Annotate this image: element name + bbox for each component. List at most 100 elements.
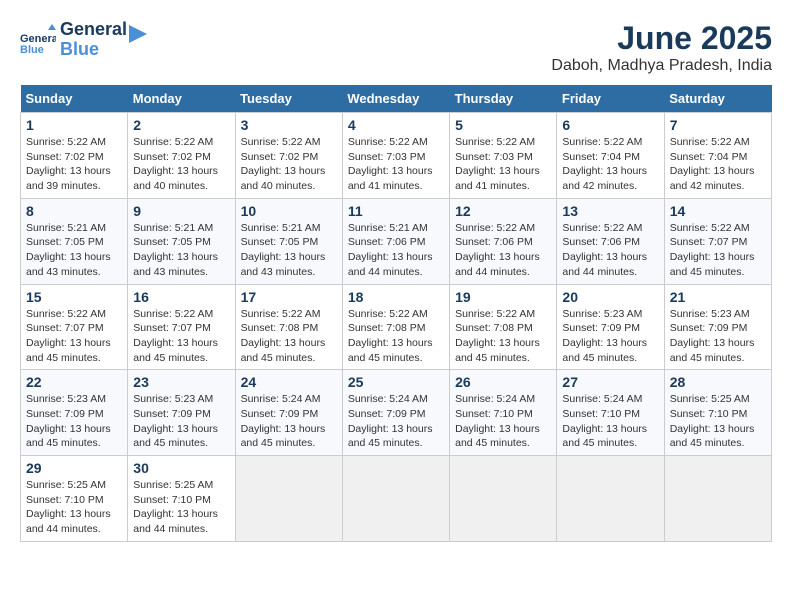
day-info: Sunrise: 5:22 AMSunset: 7:07 PMDaylight:… xyxy=(670,222,755,278)
calendar-cell: 1 Sunrise: 5:22 AMSunset: 7:02 PMDayligh… xyxy=(21,113,128,199)
calendar-cell: 20 Sunrise: 5:23 AMSunset: 7:09 PMDaylig… xyxy=(557,284,664,370)
day-number: 12 xyxy=(455,203,551,219)
calendar-cell xyxy=(235,456,342,542)
day-number: 13 xyxy=(562,203,658,219)
calendar-cell: 4 Sunrise: 5:22 AMSunset: 7:03 PMDayligh… xyxy=(342,113,449,199)
calendar-cell: 10 Sunrise: 5:21 AMSunset: 7:05 PMDaylig… xyxy=(235,198,342,284)
day-info: Sunrise: 5:24 AMSunset: 7:10 PMDaylight:… xyxy=(455,393,540,449)
calendar-cell: 22 Sunrise: 5:23 AMSunset: 7:09 PMDaylig… xyxy=(21,370,128,456)
day-info: Sunrise: 5:22 AMSunset: 7:06 PMDaylight:… xyxy=(455,222,540,278)
day-info: Sunrise: 5:22 AMSunset: 7:07 PMDaylight:… xyxy=(26,308,111,364)
day-info: Sunrise: 5:21 AMSunset: 7:05 PMDaylight:… xyxy=(133,222,218,278)
day-number: 17 xyxy=(241,289,337,305)
calendar-cell: 8 Sunrise: 5:21 AMSunset: 7:05 PMDayligh… xyxy=(21,198,128,284)
day-info: Sunrise: 5:24 AMSunset: 7:10 PMDaylight:… xyxy=(562,393,647,449)
calendar-cell: 23 Sunrise: 5:23 AMSunset: 7:09 PMDaylig… xyxy=(128,370,235,456)
day-number: 7 xyxy=(670,117,766,133)
calendar-cell: 19 Sunrise: 5:22 AMSunset: 7:08 PMDaylig… xyxy=(450,284,557,370)
day-info: Sunrise: 5:21 AMSunset: 7:05 PMDaylight:… xyxy=(26,222,111,278)
calendar-cell: 17 Sunrise: 5:22 AMSunset: 7:08 PMDaylig… xyxy=(235,284,342,370)
day-number: 15 xyxy=(26,289,122,305)
calendar-cell: 5 Sunrise: 5:22 AMSunset: 7:03 PMDayligh… xyxy=(450,113,557,199)
day-number: 11 xyxy=(348,203,444,219)
day-number: 6 xyxy=(562,117,658,133)
day-number: 19 xyxy=(455,289,551,305)
day-info: Sunrise: 5:25 AMSunset: 7:10 PMDaylight:… xyxy=(670,393,755,449)
day-number: 1 xyxy=(26,117,122,133)
logo-icon: General Blue xyxy=(20,22,56,58)
calendar-week-row: 15 Sunrise: 5:22 AMSunset: 7:07 PMDaylig… xyxy=(21,284,772,370)
calendar-cell: 18 Sunrise: 5:22 AMSunset: 7:08 PMDaylig… xyxy=(342,284,449,370)
calendar-cell: 7 Sunrise: 5:22 AMSunset: 7:04 PMDayligh… xyxy=(664,113,771,199)
calendar-table: SundayMondayTuesdayWednesdayThursdayFrid… xyxy=(20,85,772,542)
calendar-cell: 25 Sunrise: 5:24 AMSunset: 7:09 PMDaylig… xyxy=(342,370,449,456)
calendar-cell: 21 Sunrise: 5:23 AMSunset: 7:09 PMDaylig… xyxy=(664,284,771,370)
day-number: 5 xyxy=(455,117,551,133)
day-info: Sunrise: 5:23 AMSunset: 7:09 PMDaylight:… xyxy=(562,308,647,364)
calendar-cell: 30 Sunrise: 5:25 AMSunset: 7:10 PMDaylig… xyxy=(128,456,235,542)
day-header-friday: Friday xyxy=(557,85,664,113)
day-number: 22 xyxy=(26,374,122,390)
day-info: Sunrise: 5:24 AMSunset: 7:09 PMDaylight:… xyxy=(241,393,326,449)
day-info: Sunrise: 5:22 AMSunset: 7:04 PMDaylight:… xyxy=(670,136,755,192)
day-header-monday: Monday xyxy=(128,85,235,113)
day-number: 24 xyxy=(241,374,337,390)
calendar-week-row: 8 Sunrise: 5:21 AMSunset: 7:05 PMDayligh… xyxy=(21,198,772,284)
location-subtitle: Daboh, Madhya Pradesh, India xyxy=(551,57,772,75)
day-info: Sunrise: 5:23 AMSunset: 7:09 PMDaylight:… xyxy=(133,393,218,449)
day-header-saturday: Saturday xyxy=(664,85,771,113)
day-number: 16 xyxy=(133,289,229,305)
day-info: Sunrise: 5:22 AMSunset: 7:06 PMDaylight:… xyxy=(562,222,647,278)
day-number: 8 xyxy=(26,203,122,219)
day-number: 21 xyxy=(670,289,766,305)
calendar-cell xyxy=(557,456,664,542)
day-number: 4 xyxy=(348,117,444,133)
day-info: Sunrise: 5:22 AMSunset: 7:03 PMDaylight:… xyxy=(348,136,433,192)
day-header-thursday: Thursday xyxy=(450,85,557,113)
title-area: June 2025 Daboh, Madhya Pradesh, India xyxy=(551,20,772,75)
calendar-cell: 26 Sunrise: 5:24 AMSunset: 7:10 PMDaylig… xyxy=(450,370,557,456)
day-info: Sunrise: 5:22 AMSunset: 7:03 PMDaylight:… xyxy=(455,136,540,192)
day-info: Sunrise: 5:22 AMSunset: 7:08 PMDaylight:… xyxy=(241,308,326,364)
calendar-week-row: 22 Sunrise: 5:23 AMSunset: 7:09 PMDaylig… xyxy=(21,370,772,456)
day-number: 23 xyxy=(133,374,229,390)
calendar-cell: 24 Sunrise: 5:24 AMSunset: 7:09 PMDaylig… xyxy=(235,370,342,456)
calendar-cell: 2 Sunrise: 5:22 AMSunset: 7:02 PMDayligh… xyxy=(128,113,235,199)
logo: General Blue General Blue xyxy=(20,20,147,60)
calendar-header-row: SundayMondayTuesdayWednesdayThursdayFrid… xyxy=(21,85,772,113)
calendar-cell: 6 Sunrise: 5:22 AMSunset: 7:04 PMDayligh… xyxy=(557,113,664,199)
day-number: 9 xyxy=(133,203,229,219)
day-number: 2 xyxy=(133,117,229,133)
day-number: 30 xyxy=(133,460,229,476)
calendar-cell: 12 Sunrise: 5:22 AMSunset: 7:06 PMDaylig… xyxy=(450,198,557,284)
day-info: Sunrise: 5:22 AMSunset: 7:08 PMDaylight:… xyxy=(348,308,433,364)
day-number: 25 xyxy=(348,374,444,390)
day-info: Sunrise: 5:22 AMSunset: 7:02 PMDaylight:… xyxy=(133,136,218,192)
calendar-cell xyxy=(342,456,449,542)
day-number: 10 xyxy=(241,203,337,219)
calendar-cell: 3 Sunrise: 5:22 AMSunset: 7:02 PMDayligh… xyxy=(235,113,342,199)
day-number: 29 xyxy=(26,460,122,476)
calendar-week-row: 1 Sunrise: 5:22 AMSunset: 7:02 PMDayligh… xyxy=(21,113,772,199)
month-title: June 2025 xyxy=(551,20,772,57)
day-number: 28 xyxy=(670,374,766,390)
day-info: Sunrise: 5:23 AMSunset: 7:09 PMDaylight:… xyxy=(26,393,111,449)
calendar-cell: 16 Sunrise: 5:22 AMSunset: 7:07 PMDaylig… xyxy=(128,284,235,370)
day-header-tuesday: Tuesday xyxy=(235,85,342,113)
day-number: 3 xyxy=(241,117,337,133)
day-number: 27 xyxy=(562,374,658,390)
day-number: 20 xyxy=(562,289,658,305)
day-header-wednesday: Wednesday xyxy=(342,85,449,113)
day-info: Sunrise: 5:21 AMSunset: 7:06 PMDaylight:… xyxy=(348,222,433,278)
header: General Blue General Blue June 2025 Dabo… xyxy=(20,20,772,75)
logo-arrow-icon xyxy=(129,25,147,43)
calendar-cell: 11 Sunrise: 5:21 AMSunset: 7:06 PMDaylig… xyxy=(342,198,449,284)
day-info: Sunrise: 5:23 AMSunset: 7:09 PMDaylight:… xyxy=(670,308,755,364)
day-info: Sunrise: 5:25 AMSunset: 7:10 PMDaylight:… xyxy=(26,479,111,535)
day-info: Sunrise: 5:22 AMSunset: 7:02 PMDaylight:… xyxy=(241,136,326,192)
day-info: Sunrise: 5:22 AMSunset: 7:04 PMDaylight:… xyxy=(562,136,647,192)
calendar-cell: 27 Sunrise: 5:24 AMSunset: 7:10 PMDaylig… xyxy=(557,370,664,456)
logo-line1: General xyxy=(60,20,127,40)
calendar-cell: 13 Sunrise: 5:22 AMSunset: 7:06 PMDaylig… xyxy=(557,198,664,284)
day-number: 18 xyxy=(348,289,444,305)
